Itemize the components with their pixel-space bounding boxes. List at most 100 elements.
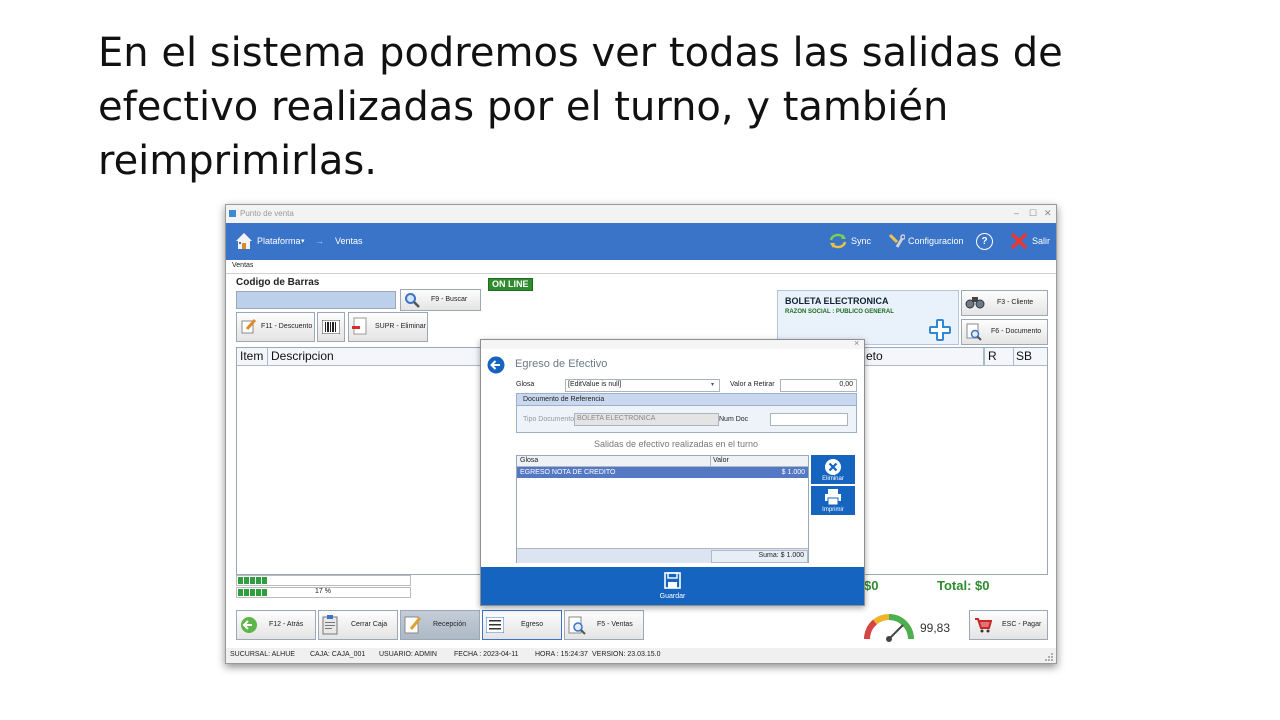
document-panel: BOLETA ELECTRONICA RAZON SOCIAL : PUBLIC… xyxy=(777,290,959,345)
num-doc-input[interactable] xyxy=(770,413,848,426)
status-fecha: FECHA : 2023-04-11 xyxy=(454,651,519,658)
descuento-button[interactable]: F11 - Descuento xyxy=(236,312,315,342)
status-version: VERSION: 23.03.15.0 xyxy=(592,651,661,658)
status-bar: SUCURSAL: ALHUE CAJA: CAJA_001 USUARIO: … xyxy=(226,648,1056,663)
referencia-title: Documento de Referencia xyxy=(523,396,605,403)
list-icon xyxy=(486,617,504,633)
back-arrow-icon[interactable] xyxy=(487,356,505,374)
recepcion-label: Recepción xyxy=(433,621,467,628)
tipo-documento-value: BOLETA ELECTRONICA xyxy=(577,415,656,422)
eliminar-salida-label: Eliminar xyxy=(822,476,844,482)
gauge-icon xyxy=(863,613,914,642)
health-cross-icon xyxy=(929,319,951,341)
imprimir-label: Imprimir xyxy=(822,507,844,513)
glosa-select[interactable]: [EditValue is null] ▾ xyxy=(565,379,720,392)
col-glosa[interactable]: Glosa xyxy=(520,457,538,464)
atras-button[interactable]: F12 - Atrás xyxy=(236,610,316,640)
col-r[interactable]: R xyxy=(984,348,1014,365)
col-sb[interactable]: SB xyxy=(1013,348,1046,365)
eliminar-salida-button[interactable]: Eliminar xyxy=(811,455,855,484)
resize-grip-icon[interactable] xyxy=(1044,652,1054,662)
cliente-button[interactable]: F3 - Cliente xyxy=(961,290,1048,316)
cerrar-caja-button[interactable]: Cerrar Caja xyxy=(318,610,398,640)
suma-box: Suma: $ 1.000 xyxy=(711,550,808,563)
sync-icon[interactable] xyxy=(829,233,847,249)
close-circle-icon xyxy=(825,459,841,475)
total-value: Total: $0 xyxy=(937,578,990,593)
row-valor: $ 1.000 xyxy=(781,469,805,476)
buscar-button[interactable]: F9 - Buscar xyxy=(400,289,481,311)
atras-label: F12 - Atrás xyxy=(269,621,304,628)
buscar-label: F9 - Buscar xyxy=(431,296,468,303)
table-row[interactable]: EGRESO NOTA DE CREDITO $ 1.000 xyxy=(517,467,808,478)
cart-icon xyxy=(975,618,992,633)
eliminar-label: SUPR - Eliminar xyxy=(375,323,426,330)
recepcion-button[interactable]: Recepción xyxy=(400,610,480,640)
sales-search-icon xyxy=(568,616,586,635)
printer-icon xyxy=(825,489,841,505)
col-valor[interactable]: Valor xyxy=(713,457,729,464)
dialog-titlebar xyxy=(481,340,864,349)
egreso-label: Egreso xyxy=(521,621,544,628)
status-hora: HORA : 15:24:37 xyxy=(535,651,588,658)
tipo-documento-input: BOLETA ELECTRONICA xyxy=(574,413,719,426)
eliminar-button[interactable]: SUPR - Eliminar xyxy=(348,312,428,342)
chevron-down-icon: ▾ xyxy=(301,238,305,245)
breadcrumb-ventas[interactable]: Ventas xyxy=(335,236,363,246)
home-icon[interactable] xyxy=(235,232,253,250)
clipboard-icon xyxy=(322,615,338,635)
guardar-button[interactable]: Guardar xyxy=(481,567,864,605)
exit-button[interactable]: Salir xyxy=(1032,236,1050,246)
documento-button[interactable]: F6 - Documento xyxy=(961,319,1048,345)
barcode-icon xyxy=(322,320,340,334)
col-descripcion[interactable]: Descripcion xyxy=(268,348,482,365)
barcode-button[interactable] xyxy=(317,312,345,342)
progress-area: 17 % xyxy=(236,575,411,598)
top-toolbar: Plataforma ▾ → Ventas Sync Configuracion… xyxy=(226,223,1056,260)
app-icon xyxy=(229,210,236,217)
egreso-button[interactable]: Egreso xyxy=(482,610,562,640)
status-usuario: USUARIO: ADMIN xyxy=(379,651,437,658)
wrench-icon[interactable] xyxy=(888,233,905,249)
help-icon[interactable]: ? xyxy=(976,233,993,250)
dialog-close-button[interactable]: × xyxy=(854,338,859,348)
glosa-label: Glosa xyxy=(516,381,535,388)
col-item[interactable]: Item xyxy=(237,348,268,365)
row-glosa: EGRESO NOTA DE CREDITO xyxy=(520,469,616,476)
close-window-button[interactable]: ✕ xyxy=(1044,208,1052,219)
binoculars-icon xyxy=(965,297,985,309)
salidas-table-header xyxy=(517,456,808,467)
status-sucursal: SUCURSAL: ALHUE xyxy=(230,651,295,658)
col-neto[interactable]: eto xyxy=(863,348,984,365)
document-search-icon xyxy=(966,323,982,341)
imprimir-button[interactable]: Imprimir xyxy=(811,486,855,515)
documento-label: F6 - Documento xyxy=(991,328,1042,335)
exit-icon[interactable] xyxy=(1011,233,1027,249)
platform-menu[interactable]: Plataforma xyxy=(257,236,301,246)
barcode-input[interactable] xyxy=(236,291,396,309)
delete-document-icon xyxy=(352,317,367,335)
dialog-title: Egreso de Efectivo xyxy=(515,358,608,370)
app-window: Punto de venta – ☐ ✕ Plataforma ▾ → Vent… xyxy=(225,204,1057,664)
back-arrow-icon xyxy=(241,617,257,633)
tipo-documento-label: Tipo Documento xyxy=(523,416,575,423)
pencil-icon xyxy=(241,319,257,334)
maximize-button[interactable]: ☐ xyxy=(1029,208,1037,219)
config-button[interactable]: Configuracion xyxy=(908,236,964,246)
progress-percent: 17 % xyxy=(315,588,331,595)
online-badge: ON LINE xyxy=(488,278,533,291)
razon-social: RAZON SOCIAL : PUBLICO GENERAL xyxy=(785,309,894,315)
guardar-label: Guardar xyxy=(659,593,686,600)
minimize-button[interactable]: – xyxy=(1014,208,1019,218)
salidas-table-footer: Suma: $ 1.000 xyxy=(517,548,808,563)
sync-button[interactable]: Sync xyxy=(851,236,871,246)
f5-ventas-button[interactable]: F5 - Ventas xyxy=(564,610,644,640)
tab-ventas[interactable]: Ventas xyxy=(232,262,253,269)
salidas-table[interactable]: Glosa Valor EGRESO NOTA DE CREDITO $ 1.0… xyxy=(516,455,809,563)
subtotal-value: $0 xyxy=(864,578,879,593)
descuento-label: F11 - Descuento xyxy=(261,323,313,330)
window-title: Punto de venta xyxy=(240,209,294,218)
valor-retirar-input[interactable]: 0,00 xyxy=(780,379,857,392)
pagar-label: ESC - Pagar xyxy=(1002,621,1042,628)
pagar-button[interactable]: ESC - Pagar xyxy=(969,610,1048,640)
